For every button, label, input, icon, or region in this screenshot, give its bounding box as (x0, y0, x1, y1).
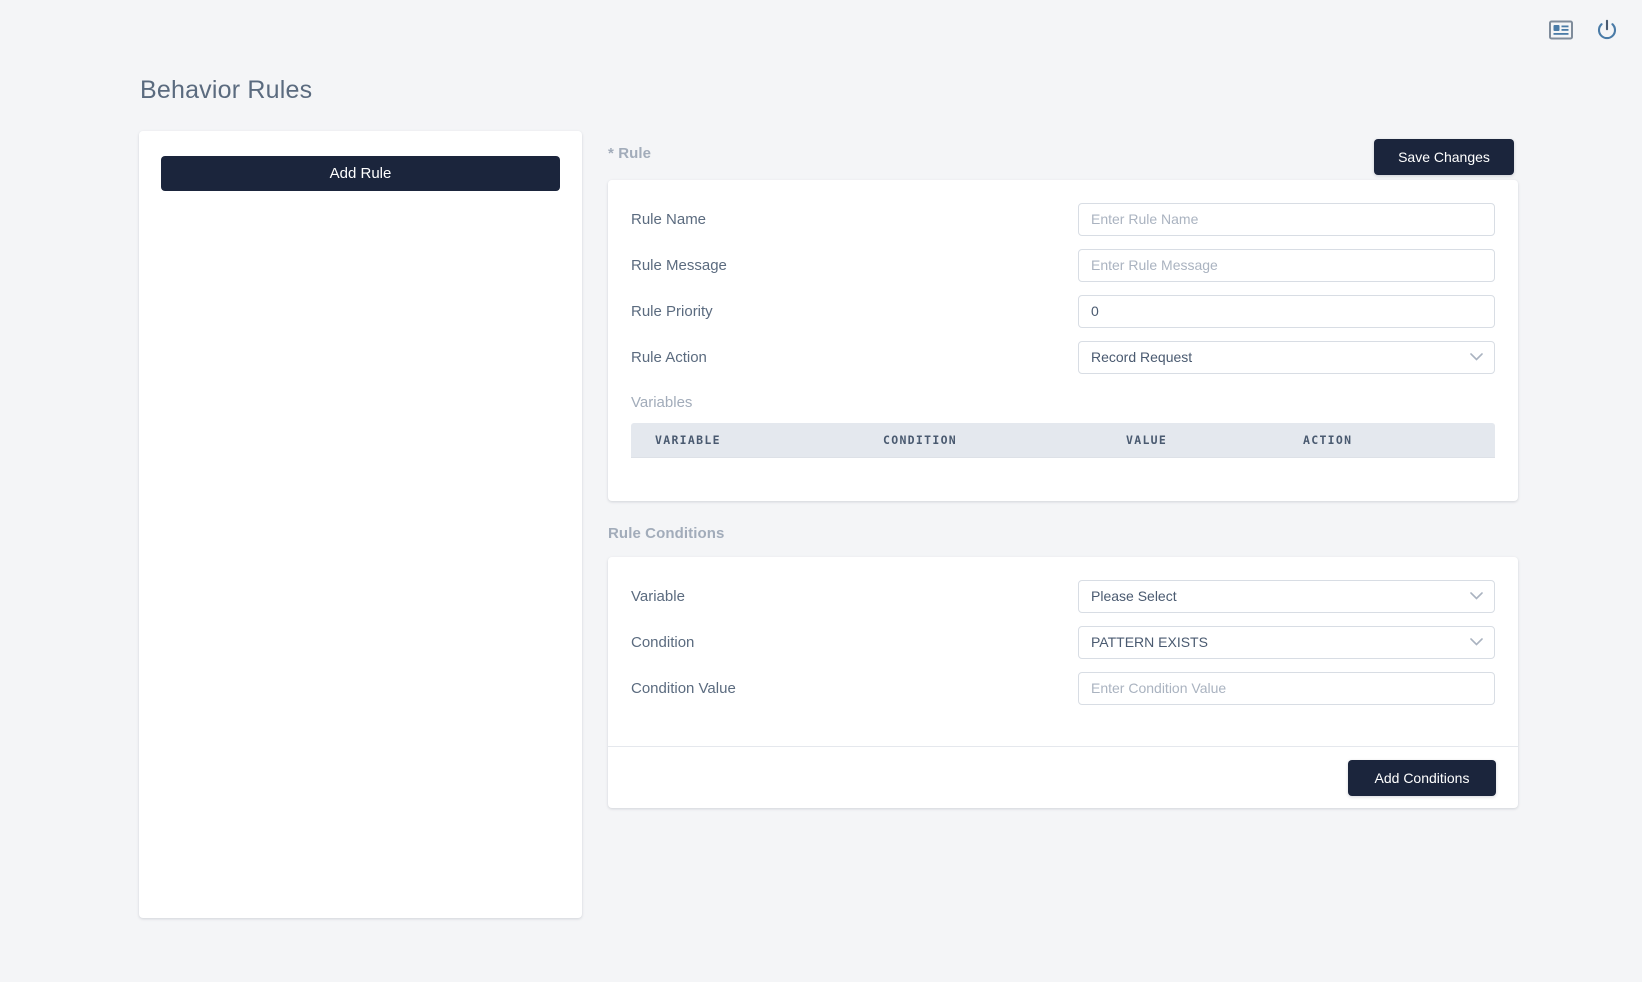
add-conditions-button[interactable]: Add Conditions (1348, 759, 1496, 796)
conditions-card-footer: Add Conditions (608, 746, 1518, 808)
field-row-rule-action: Rule Action Record Request (608, 334, 1518, 380)
condition-value-input[interactable]: Enter Condition Value (1078, 671, 1495, 705)
field-row-rule-message: Rule Message Enter Rule Message (608, 242, 1518, 288)
column-header-action: ACTION (1303, 433, 1353, 447)
variables-label: Variables (631, 394, 693, 411)
field-row-condition-value: Condition Value Enter Condition Value (608, 665, 1518, 711)
power-icon[interactable] (1594, 17, 1620, 43)
id-card-icon[interactable] (1548, 17, 1574, 43)
rule-name-placeholder: Enter Rule Name (1091, 211, 1199, 227)
rule-name-input[interactable]: Enter Rule Name (1078, 202, 1495, 236)
label-rule-name: Rule Name (631, 210, 707, 228)
rule-conditions-card: Variable Please Select Condition PATTERN… (608, 557, 1518, 808)
chevron-down-icon (1469, 589, 1483, 603)
rule-action-value: Record Request (1091, 349, 1193, 365)
chevron-down-icon (1469, 635, 1483, 649)
label-rule-priority: Rule Priority (631, 302, 713, 320)
field-row-rule-name: Rule Name Enter Rule Name (608, 196, 1518, 242)
save-changes-button[interactable]: Save Changes (1374, 139, 1514, 175)
label-variable: Variable (631, 587, 685, 605)
variables-table-header: VARIABLE CONDITION VALUE ACTION (631, 423, 1495, 457)
label-condition-value: Condition Value (631, 679, 736, 697)
label-rule-action: Rule Action (631, 348, 707, 366)
rule-card: Rule Name Enter Rule Name Rule Message E… (608, 180, 1518, 501)
variable-value: Please Select (1091, 588, 1177, 604)
variable-select[interactable]: Please Select (1078, 579, 1495, 613)
condition-value: PATTERN EXISTS (1091, 634, 1208, 650)
rule-conditions-section-label: Rule Conditions (608, 525, 725, 542)
condition-value-placeholder: Enter Condition Value (1091, 680, 1227, 696)
field-row-rule-priority: Rule Priority 0 (608, 288, 1518, 334)
rule-message-input[interactable]: Enter Rule Message (1078, 248, 1495, 282)
page-title: Behavior Rules (140, 76, 313, 104)
top-bar (0, 0, 1642, 60)
app-root: Behavior Rules Add Rule * Rule Save Chan… (0, 0, 1642, 982)
rule-priority-value: 0 (1091, 303, 1099, 319)
chevron-down-icon (1469, 350, 1483, 364)
label-condition: Condition (631, 633, 695, 651)
rule-priority-input[interactable]: 0 (1078, 294, 1495, 328)
column-header-value: VALUE (1126, 433, 1168, 447)
label-rule-message: Rule Message (631, 256, 727, 274)
add-rule-button[interactable]: Add Rule (161, 156, 560, 191)
field-row-variable: Variable Please Select (608, 573, 1518, 619)
rule-section-label: * Rule (608, 145, 652, 162)
rule-action-select[interactable]: Record Request (1078, 340, 1495, 374)
variables-table: VARIABLE CONDITION VALUE ACTION (631, 423, 1495, 458)
field-row-condition: Condition PATTERN EXISTS (608, 619, 1518, 665)
rules-list-panel: Add Rule (139, 131, 582, 918)
rule-message-placeholder: Enter Rule Message (1091, 257, 1218, 273)
column-header-condition: CONDITION (883, 433, 958, 447)
condition-select[interactable]: PATTERN EXISTS (1078, 625, 1495, 659)
column-header-variable: VARIABLE (655, 433, 721, 447)
